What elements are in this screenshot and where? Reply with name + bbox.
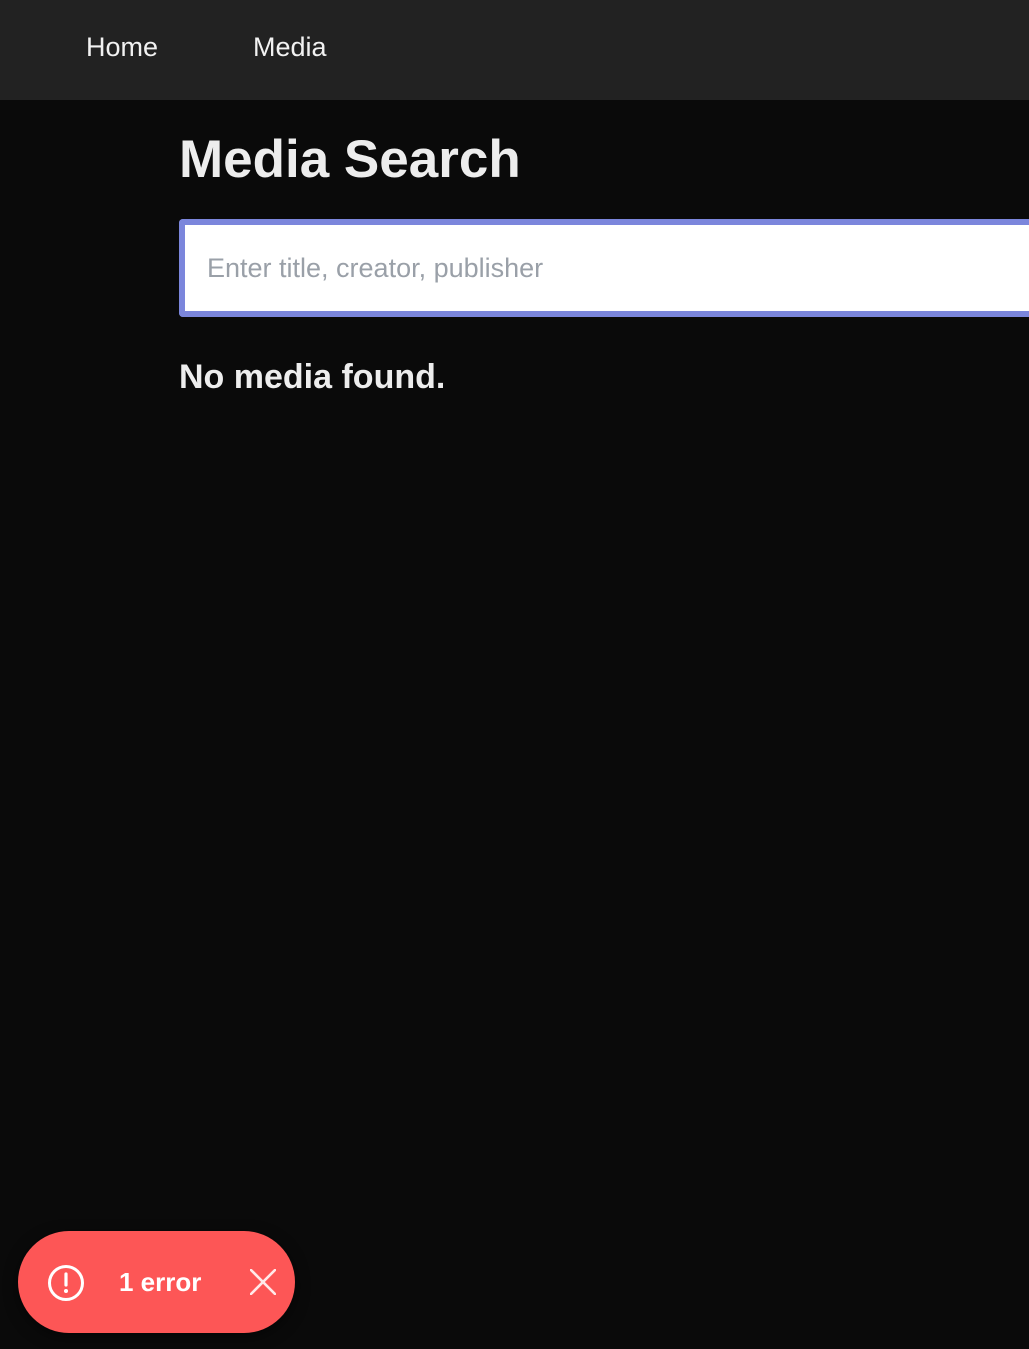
empty-results-message: No media found. <box>179 358 446 396</box>
dismiss-error-button[interactable] <box>236 1255 290 1309</box>
alert-circle-icon <box>48 1265 84 1301</box>
error-count-label: 1 error <box>119 1267 202 1297</box>
page-title: Media Search <box>179 130 521 189</box>
top-navbar: Home Media <box>0 0 1029 100</box>
nav-link-media[interactable]: Media <box>253 31 327 63</box>
close-icon <box>250 1269 276 1295</box>
open-error-overlay-button[interactable]: 1 error <box>18 1231 214 1333</box>
error-toast: 1 error <box>18 1231 295 1333</box>
nav-link-home[interactable]: Home <box>86 31 158 63</box>
search-input[interactable] <box>179 219 1029 317</box>
